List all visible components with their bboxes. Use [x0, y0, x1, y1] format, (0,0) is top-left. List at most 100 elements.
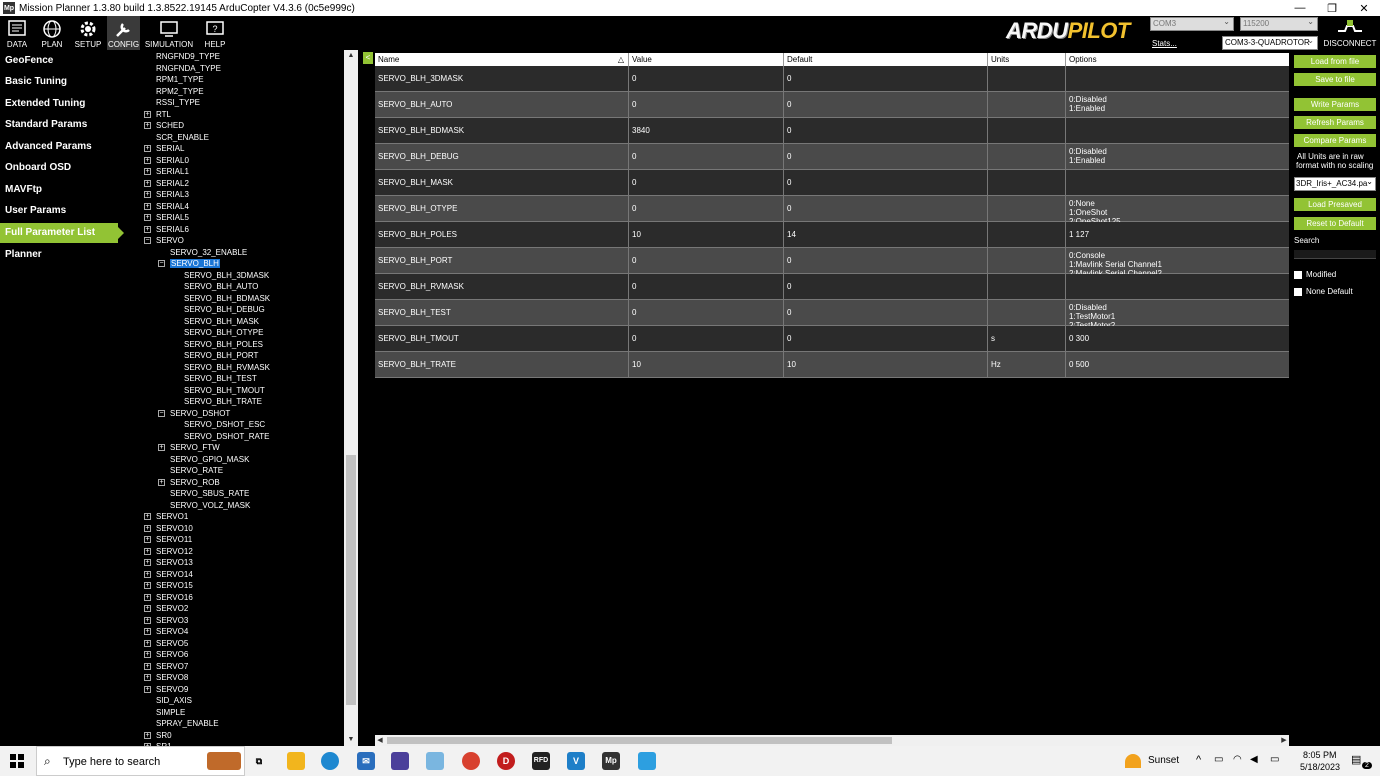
tree-node[interactable]: SERIAL4	[156, 201, 189, 213]
grid-hscroll-thumb[interactable]	[387, 737, 892, 744]
toolbar-simulation[interactable]: SIMULATION	[144, 16, 194, 50]
news-widget-icon[interactable]	[207, 752, 241, 770]
tree-node[interactable]: SERVO_BLH_AUTO	[184, 281, 258, 293]
cell-value[interactable]: 10	[629, 352, 784, 378]
table-row[interactable]: SERVO_BLH_TRATE 10 10 Hz 0 500	[375, 352, 1289, 378]
tree-node[interactable]: SID_AXIS	[156, 695, 192, 707]
tree-node[interactable]: SERVO_VOLZ_MASK	[170, 500, 250, 512]
scroll-down-arrow[interactable]: ▼	[344, 734, 358, 746]
toolbar-data[interactable]: DATA	[2, 16, 32, 50]
compare-params-button[interactable]: Compare Params	[1294, 134, 1376, 147]
tree-node[interactable]: SERVO_RATE	[170, 465, 223, 477]
tree-node[interactable]: SERVO_BLH_POLES	[184, 339, 263, 351]
expand-icon[interactable]: +	[144, 674, 151, 681]
mission-planner-icon[interactable]: Mp	[602, 752, 620, 770]
expand-icon[interactable]: +	[144, 122, 151, 129]
task-view-icon[interactable]: ⧉	[250, 752, 268, 770]
table-row[interactable]: SERVO_BLH_TMOUT 0 0 s 0 300	[375, 326, 1289, 352]
toolbar-plan[interactable]: PLAN	[37, 16, 67, 50]
clock-time[interactable]: 8:05 PM	[1303, 750, 1337, 760]
expand-icon[interactable]: +	[144, 559, 151, 566]
toolbar-setup[interactable]: SETUP	[72, 16, 104, 50]
menu-planner[interactable]: Planner	[0, 245, 124, 265]
tree-scrollbar[interactable]: ▲ ▼	[344, 50, 358, 746]
tree-node[interactable]: SERVO_DSHOT	[170, 408, 230, 420]
expand-icon[interactable]: +	[158, 444, 165, 451]
tree-node[interactable]: SERIAL2	[156, 178, 189, 190]
tree-node[interactable]: SERVO_BLH_RVMASK	[184, 362, 270, 374]
expand-icon[interactable]: +	[144, 179, 151, 187]
wifi-icon[interactable]: ◠	[1233, 754, 1242, 765]
tree-node[interactable]: SERVO9	[156, 684, 188, 696]
expand-icon[interactable]: +	[144, 191, 151, 198]
column-name-header[interactable]: Name △	[375, 53, 629, 66]
column-units-header[interactable]: Units	[988, 53, 1066, 66]
tree-node[interactable]: SERVO_BLH_3DMASK	[184, 270, 269, 282]
tree-node[interactable]: SERVO_BLH_OTYPE	[184, 327, 263, 339]
tree-node[interactable]: SERIAL6	[156, 224, 189, 236]
cell-value[interactable]: 0	[629, 326, 784, 352]
expand-icon[interactable]: +	[144, 513, 151, 520]
collapse-tree-button[interactable]: <	[363, 52, 373, 64]
rfd900-icon[interactable]: RFD	[532, 752, 550, 770]
tree-node[interactable]: SERVO7	[156, 661, 188, 673]
volume-icon[interactable]: ◀	[1250, 754, 1258, 765]
tree-node[interactable]: SERVO_BLH_PORT	[184, 350, 258, 362]
edge-icon[interactable]	[321, 752, 339, 770]
tree-node[interactable]: SERVO_BLH_TEST	[184, 373, 257, 385]
table-row[interactable]: SERVO_BLH_MASK 0 0	[375, 170, 1289, 196]
app-icon-d[interactable]: D	[497, 752, 515, 770]
collapse-icon[interactable]: −	[158, 260, 165, 267]
port-select[interactable]: COM3	[1150, 16, 1234, 31]
expand-icon[interactable]: +	[144, 639, 151, 647]
tree-node[interactable]: SERVO6	[156, 649, 188, 661]
tree-scroll-thumb[interactable]	[346, 455, 356, 705]
vscode-icon[interactable]: V	[567, 752, 585, 770]
tree-node[interactable]: SERVO12	[156, 546, 193, 558]
tree-node[interactable]: SERVO	[156, 235, 184, 247]
expand-icon[interactable]: +	[144, 662, 151, 670]
expand-icon[interactable]: +	[144, 156, 151, 164]
tree-node[interactable]: SERVO13	[156, 557, 193, 569]
tree-node[interactable]: SERVO4	[156, 626, 188, 638]
table-row[interactable]: SERVO_BLH_OTYPE 0 0 0:None 1:OneShot 2:OneS…	[375, 196, 1289, 222]
toolbar-help[interactable]: ? HELP	[200, 16, 230, 50]
tree-node[interactable]: SERVO_32_ENABLE	[170, 247, 247, 259]
table-row[interactable]: SERVO_BLH_BDMASK 3840 0	[375, 118, 1289, 144]
clock-date[interactable]: 5/18/2023	[1300, 762, 1340, 772]
menu-extended-tuning[interactable]: Extended Tuning	[0, 94, 124, 114]
expand-icon[interactable]: +	[158, 478, 165, 486]
tree-node[interactable]: SERVO_SBUS_RATE	[170, 488, 249, 500]
menu-user-params[interactable]: User Params	[0, 201, 124, 221]
menu-standard-params[interactable]: Standard Params	[0, 115, 124, 135]
tree-node[interactable]: SERIAL1	[156, 166, 189, 178]
expand-icon[interactable]: +	[144, 570, 151, 578]
tree-node[interactable]: SERVO_BLH_TRATE	[184, 396, 262, 408]
windows-start-icon[interactable]	[10, 754, 24, 768]
tree-node[interactable]: RSSI_TYPE	[156, 97, 200, 109]
reset-default-button[interactable]: Reset to Default	[1294, 217, 1376, 230]
load-from-file-button[interactable]: Load from file	[1294, 55, 1376, 68]
tree-node[interactable]: SERVO16	[156, 592, 193, 604]
tree-node[interactable]: SPRAY_ENABLE	[156, 718, 219, 730]
expand-icon[interactable]: +	[144, 628, 151, 635]
checkbox-box[interactable]	[1294, 270, 1302, 279]
column-value-header[interactable]: Value	[629, 53, 784, 66]
baud-select[interactable]: 115200	[1240, 16, 1318, 31]
save-to-file-button[interactable]: Save to file	[1294, 73, 1376, 86]
expand-icon[interactable]: +	[144, 214, 151, 221]
cell-value[interactable]: 0	[629, 66, 784, 92]
menu-mavftp[interactable]: MAVFtp	[0, 180, 124, 200]
tree-node[interactable]: SIMPLE	[156, 707, 185, 719]
tree-node[interactable]: SERIAL	[156, 143, 184, 155]
tree-node[interactable]: SERIAL0	[156, 155, 189, 167]
expand-icon[interactable]: +	[144, 731, 151, 739]
tree-node[interactable]: SERVO_ROB	[170, 477, 220, 489]
expand-icon[interactable]: +	[144, 616, 151, 624]
expand-icon[interactable]: +	[144, 145, 151, 152]
checkbox-box[interactable]	[1294, 287, 1302, 296]
cell-value[interactable]: 0	[629, 144, 784, 170]
scroll-up-arrow[interactable]: ▲	[344, 50, 358, 62]
expand-icon[interactable]: +	[144, 168, 151, 175]
tree-node[interactable]: SERVO_DSHOT_ESC	[184, 419, 265, 431]
